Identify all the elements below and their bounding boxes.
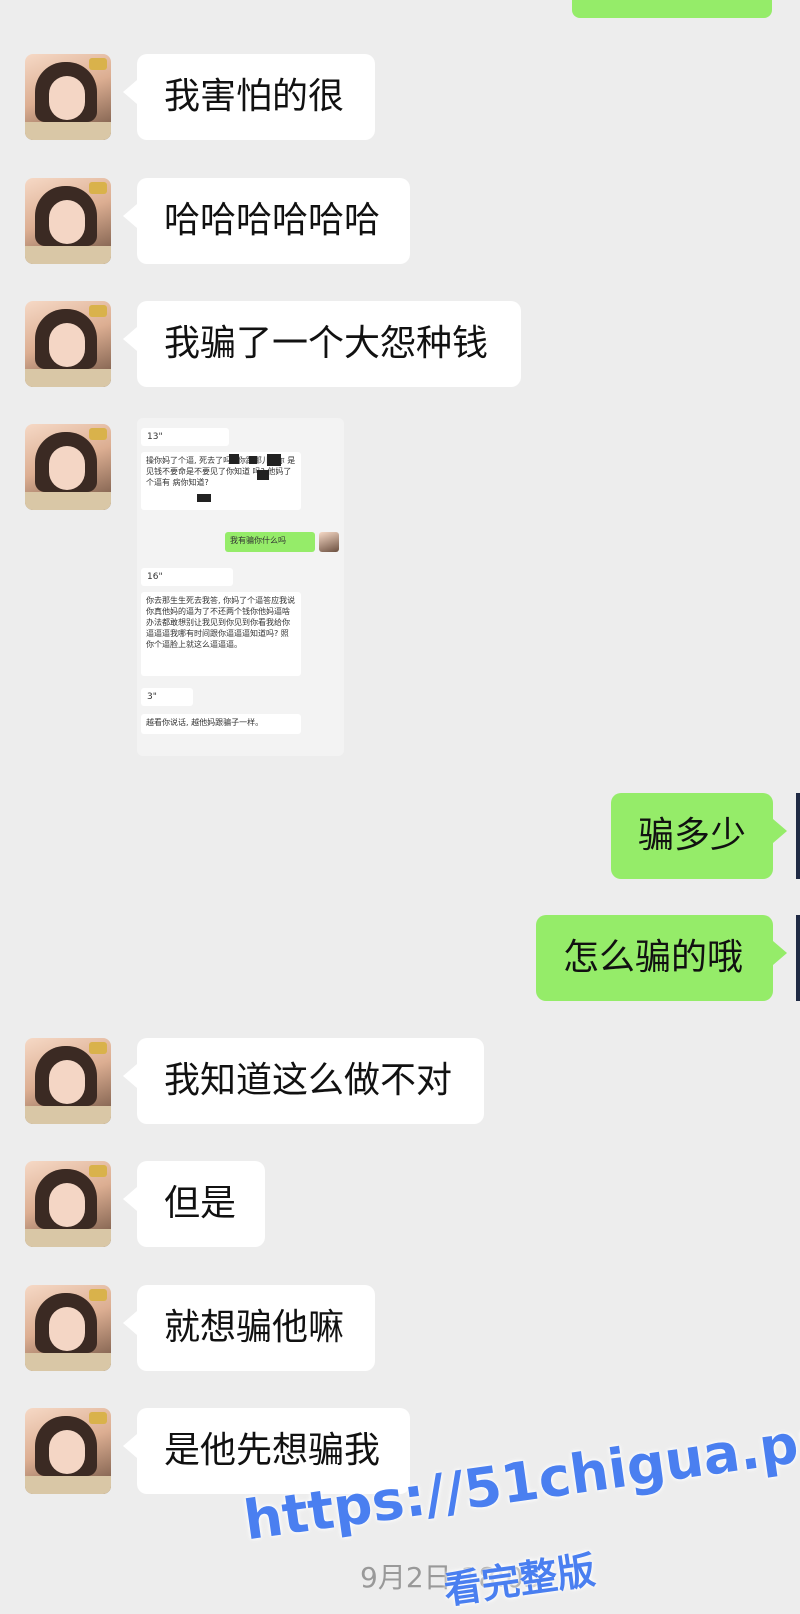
incoming-message[interactable]: 我害怕的很 xyxy=(123,54,375,140)
contact-avatar[interactable] xyxy=(25,178,111,264)
contact-avatar[interactable] xyxy=(25,1285,111,1371)
screenshot-text: 你去那生生死去我答, 你妈了个逼答应我说你真他妈的逼为了不还两个钱你他妈逼啥办法… xyxy=(141,592,301,676)
redaction xyxy=(257,470,269,480)
voice-message: 13" xyxy=(141,428,229,446)
outgoing-message[interactable]: 怎么骗的哦 xyxy=(536,915,787,1001)
voice-message: 16" xyxy=(141,568,233,586)
contact-avatar[interactable] xyxy=(25,301,111,387)
incoming-message[interactable]: 我知道这么做不对 xyxy=(123,1038,484,1124)
voice-message: 3" xyxy=(141,688,193,706)
contact-avatar[interactable] xyxy=(25,1161,111,1247)
incoming-message[interactable]: 但是 xyxy=(123,1161,265,1247)
contact-avatar[interactable] xyxy=(25,424,111,510)
outgoing-message[interactable]: 骗多少 xyxy=(611,793,787,879)
mini-avatar xyxy=(319,532,339,552)
redaction xyxy=(249,456,257,464)
previous-outgoing-bubble[interactable] xyxy=(572,0,772,18)
incoming-message[interactable]: 哈哈哈哈哈哈 xyxy=(123,178,410,264)
image-message[interactable]: 13" 操你妈了个逼, 死去了吗? 你跑那儿? 你 是见钱不要命是不要见了你知道… xyxy=(137,418,344,756)
screenshot-text: 越看你说话, 越他妈跟骗子一样。 xyxy=(141,714,301,734)
avatar-edge xyxy=(796,915,800,1001)
contact-avatar[interactable] xyxy=(25,1038,111,1124)
incoming-message[interactable]: 就想骗他嘛 xyxy=(123,1285,375,1371)
watermark-caption: 看完整版 xyxy=(441,1547,598,1613)
contact-avatar[interactable] xyxy=(25,1408,111,1494)
redaction xyxy=(267,454,281,466)
incoming-message[interactable]: 我骗了一个大怨种钱 xyxy=(123,301,521,387)
redaction xyxy=(197,494,211,502)
avatar-edge xyxy=(796,793,800,879)
redaction xyxy=(229,454,239,464)
contact-avatar[interactable] xyxy=(25,54,111,140)
screenshot-reply: 我有骗你什么吗 xyxy=(225,532,315,552)
